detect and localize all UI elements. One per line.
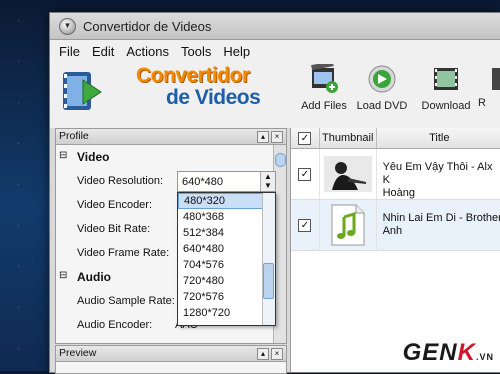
panel-close-button[interactable]: × xyxy=(271,131,283,143)
table-header: ✓ Thumbnail Title xyxy=(291,128,500,149)
add-files-label: Add Files xyxy=(301,100,347,112)
dropdown-option[interactable]: 720*480 xyxy=(178,273,275,289)
video-group-row[interactable]: ⊟ Video xyxy=(56,145,272,169)
row-title-cont: Anh xyxy=(382,225,403,237)
row-checkbox[interactable]: ✓ xyxy=(298,218,312,232)
load-dvd-button[interactable]: Load DVD xyxy=(352,64,412,112)
property-label: Audio Sample Rate: xyxy=(77,295,175,307)
title-cell: Yêu Em Vậy Thôi - Alx K Hoàng xyxy=(377,149,500,199)
partial-toolbar-label: R xyxy=(478,97,486,109)
film-download-icon xyxy=(434,68,458,90)
watermark-vn: .VN xyxy=(475,352,494,362)
property-label: Video Encoder: xyxy=(77,199,153,211)
load-dvd-label: Load DVD xyxy=(356,100,408,112)
title-bar: ▼ Convertidor de Videos xyxy=(50,13,500,40)
property-label: Video Frame Rate: xyxy=(77,247,170,259)
collapse-icon[interactable]: ⊟ xyxy=(59,150,67,161)
select-all-column[interactable]: ✓ xyxy=(291,128,320,148)
collapse-icon[interactable]: ⊟ xyxy=(59,270,67,281)
logo-text-de-videos: de Videos xyxy=(166,86,261,109)
video-group-label: Video xyxy=(77,150,110,164)
property-label: Video Resolution: xyxy=(77,175,164,187)
green-arrow-icon xyxy=(368,65,396,93)
row-title: Yêu Em Vậy Thôi - Alx K xyxy=(382,161,493,186)
dropdown-option[interactable]: 480*368 xyxy=(178,209,275,225)
dropdown-option[interactable]: 512*384 xyxy=(178,225,275,241)
window-menu-button[interactable]: ▼ xyxy=(59,17,76,35)
thumbnail-cell xyxy=(320,200,377,250)
panel-float-button[interactable]: ▴ xyxy=(257,348,269,360)
partial-toolbar-button[interactable]: R xyxy=(478,64,500,109)
download-label: Download xyxy=(421,100,471,112)
row-checkbox-cell: ✓ xyxy=(291,200,320,250)
video-resolution-select[interactable]: 640*480 ▲ ▼ xyxy=(177,171,276,192)
profile-panel: Profile ▴ × ⊟ Video Video Resolution: Vi… xyxy=(55,128,287,344)
video-thumbnail xyxy=(323,156,372,192)
profile-panel-header: Profile ▴ × xyxy=(56,129,286,145)
preview-panel-header: Preview ▴ × xyxy=(56,346,286,362)
menu-actions[interactable]: Actions xyxy=(126,44,169,59)
dropdown-option[interactable]: 1280*720 xyxy=(178,305,275,321)
window-title: Convertidor de Videos xyxy=(83,18,212,34)
dropdown-option[interactable]: 640*480 xyxy=(178,241,275,257)
row-title: Nhin Lai Em Di - Brother xyxy=(382,212,500,224)
preview-panel-title: Preview xyxy=(59,347,97,359)
row-checkbox[interactable]: ✓ xyxy=(298,167,312,181)
dropdown-option[interactable]: 720*576 xyxy=(178,289,275,305)
video-resolution-value: 640*480 xyxy=(182,176,223,188)
preview-panel: Preview ▴ × xyxy=(55,345,287,374)
app-window: ▼ Convertidor de Videos File Edit Action… xyxy=(49,12,500,374)
panel-close-button[interactable]: × xyxy=(271,348,283,360)
menu-help[interactable]: Help xyxy=(223,44,250,59)
logo-text-convertidor: Convertidor xyxy=(136,64,250,87)
file-list-table: ✓ Thumbnail Title ✓ Yêu Em Vậy Thôi - Al… xyxy=(290,128,500,372)
menu-file[interactable]: File xyxy=(59,44,80,59)
toolbar: Convertidor de Videos Add Files Load DVD xyxy=(50,61,500,118)
thumbnail-column-header[interactable]: Thumbnail xyxy=(320,128,377,148)
scroll-thumb[interactable] xyxy=(275,153,286,167)
title-column-header[interactable]: Title xyxy=(377,128,500,148)
add-files-button[interactable]: Add Files xyxy=(294,61,354,112)
watermark-k: K xyxy=(457,339,476,366)
dropdown-option[interactable]: 480*320 xyxy=(178,193,275,209)
property-label: Video Bit Rate: xyxy=(77,223,151,235)
genk-watermark: GENK.VN xyxy=(403,339,494,367)
watermark-gen: GEN xyxy=(402,339,458,366)
menu-bar: File Edit Actions Tools Help xyxy=(50,40,500,62)
panel-float-button[interactable]: ▴ xyxy=(257,131,269,143)
menu-edit[interactable]: Edit xyxy=(92,44,114,59)
table-row[interactable]: ✓ Yêu Em Vậy Thôi - Alx K Hoàng xyxy=(291,149,500,200)
profile-panel-title: Profile xyxy=(59,130,89,142)
dropdown-scroll-thumb[interactable] xyxy=(263,263,274,299)
select-all-checkbox[interactable]: ✓ xyxy=(298,131,312,145)
table-row[interactable]: ✓ Nhin Lai Em Di - Brother Anh xyxy=(291,200,500,251)
spin-arrows-icon[interactable]: ▲ ▼ xyxy=(260,172,275,191)
film-plus-icon xyxy=(311,61,338,93)
film-reel-logo-icon xyxy=(63,72,102,110)
dropdown-option[interactable]: 704*576 xyxy=(178,257,275,273)
property-label: Audio Encoder: xyxy=(77,319,153,331)
partial-icon xyxy=(492,68,500,90)
panel-area: Profile ▴ × ⊟ Video Video Resolution: Vi… xyxy=(50,128,500,374)
resolution-dropdown-list: 480*320 480*368 512*384 640*480 704*576 … xyxy=(177,192,276,326)
music-note-icon xyxy=(331,204,365,246)
audio-group-label: Audio xyxy=(77,270,111,284)
row-title-cont: Hoàng xyxy=(382,187,416,199)
menu-tools[interactable]: Tools xyxy=(181,44,211,59)
dropdown-scrollbar[interactable] xyxy=(262,193,275,325)
download-button[interactable]: Download xyxy=(416,64,476,112)
row-checkbox-cell: ✓ xyxy=(291,149,320,199)
title-cell: Nhin Lai Em Di - Brother Anh xyxy=(377,200,500,250)
thumbnail-cell xyxy=(320,149,377,199)
